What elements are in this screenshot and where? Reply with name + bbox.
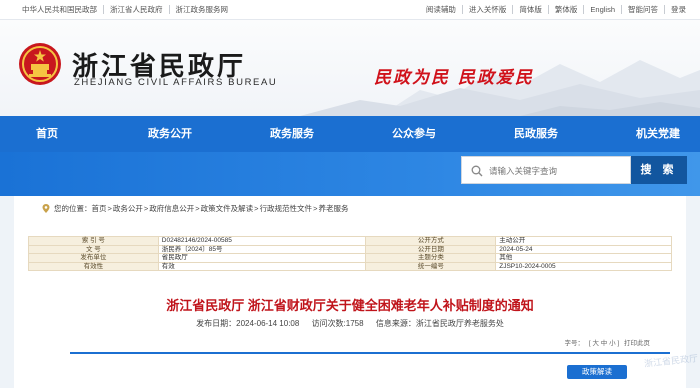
content-divider [70, 352, 670, 354]
main-nav: 首页 政务公开 政务服务 公众参与 民政服务 机关党建 [0, 116, 700, 152]
link-english[interactable]: English [584, 5, 622, 14]
site-subtitle: ZHEJIANG CIVIL AFFAIRS BUREAU [74, 77, 278, 88]
link-care-version[interactable]: 进入关怀版 [463, 5, 514, 14]
breadcrumb-label: 您的位置： [54, 204, 92, 213]
document-metadata-table: 索 引 号 D02482146/2024-00585 公开方式 主动公开 文 号… [28, 236, 672, 271]
nav-civil-services[interactable]: 民政服务 [514, 116, 558, 152]
link-zhejiang-services[interactable]: 浙江政务服务网 [170, 5, 235, 14]
site-slogan: 民政为民 民政爱民 [374, 68, 534, 88]
meta-key: 公开日期 [365, 244, 497, 254]
link-simplified[interactable]: 简体版 [513, 5, 549, 14]
breadcrumb-item-elderly-care[interactable]: 养老服务 [318, 203, 348, 214]
breadcrumb: 您的位置： 首页 > 政务公开 > 政府信息公开 > 政策文件及解读 > 行政规… [42, 203, 348, 214]
breadcrumb-separator: > [313, 204, 318, 213]
meta-value: ZJSP10-2024-0005 [495, 261, 672, 271]
search-input[interactable] [489, 163, 627, 179]
breadcrumb-item-normative-docs[interactable]: 行政规范性文件 [260, 203, 313, 214]
meta-key: 文 号 [28, 244, 159, 254]
meta-value: 主动公开 [495, 236, 672, 246]
meta-value: 其他 [495, 253, 672, 263]
table-row: 文 号 浙民养〔2024〕85号 公开日期 2024-05-24 [28, 244, 672, 254]
content-panel: 您的位置： 首页 > 政务公开 > 政府信息公开 > 政策文件及解读 > 行政规… [14, 196, 698, 388]
table-row: 发布单位 省民政厅 主题分类 其他 [28, 253, 672, 263]
table-row: 索 引 号 D02482146/2024-00585 公开方式 主动公开 [28, 236, 672, 246]
breadcrumb-separator: > [143, 204, 149, 213]
meta-key: 有效性 [28, 261, 159, 271]
link-traditional[interactable]: 繁体版 [549, 5, 585, 14]
font-size-selector[interactable]: [ 大 中 小 ] [589, 340, 619, 347]
top-utility-bar: 中华人民共和国民政部 浙江省人民政府 浙江政务服务网 阅读辅助 进入关怀版 简体… [0, 0, 700, 20]
meta-value: D02482146/2024-00585 [157, 236, 367, 246]
policy-interpretation-button[interactable]: 政策解读 [567, 365, 627, 379]
nav-home[interactable]: 首页 [36, 116, 58, 152]
info-source: 信息来源：浙江省民政厅养老服务处 [375, 319, 504, 328]
meta-value: 有效 [157, 261, 367, 271]
link-ministry-civil-affairs[interactable]: 中华人民共和国民政部 [16, 5, 104, 14]
nav-public-participation[interactable]: 公众参与 [392, 116, 436, 152]
national-emblem-icon[interactable] [18, 42, 62, 86]
meta-value: 浙民养〔2024〕85号 [157, 244, 367, 254]
document-title: 浙江省民政厅 浙江省财政厅关于健全困难老年人补贴制度的通知 [166, 298, 534, 313]
location-pin-icon [42, 204, 50, 213]
meta-value: 2024-05-24 [495, 244, 672, 254]
link-login[interactable]: 登录 [665, 5, 692, 14]
utility-links: 阅读辅助 进入关怀版 简体版 繁体版 English 智能问答 登录 [420, 5, 692, 14]
external-links: 中华人民共和国民政部 浙江省人民政府 浙江政务服务网 [16, 5, 234, 14]
breadcrumb-item-affairs[interactable]: 政务公开 [113, 203, 143, 214]
nav-party-building[interactable]: 机关党建 [636, 116, 680, 152]
breadcrumb-separator: > [195, 204, 200, 213]
document-info: 发布日期：2024-06-14 10:08 访问次数:1758 信息来源：浙江省… [14, 318, 686, 329]
breadcrumb-item-policy-docs[interactable]: 政策文件及解读 [201, 203, 254, 214]
publish-date: 发布日期：2024-06-14 10:08 [196, 319, 300, 328]
search-button[interactable]: 搜 索 [631, 156, 687, 184]
table-row: 有效性 有效 统一编号 ZJSP10-2024-0005 [28, 261, 672, 271]
meta-key: 发布单位 [28, 253, 159, 263]
breadcrumb-separator: > [254, 204, 259, 213]
meta-key: 索 引 号 [28, 236, 159, 246]
visit-count: 访问次数:1758 [311, 319, 364, 328]
print-link[interactable]: 打印此页 [624, 340, 650, 347]
font-size-label: 字号： [564, 340, 585, 347]
breadcrumb-separator: > [107, 204, 112, 213]
search-icon [471, 165, 483, 177]
search-box[interactable] [461, 156, 631, 184]
breadcrumb-item-home[interactable]: 首页 [92, 203, 107, 214]
meta-key: 统一编号 [365, 261, 497, 271]
link-smart-qa[interactable]: 智能问答 [622, 5, 665, 14]
nav-government-services[interactable]: 政务服务 [270, 116, 314, 152]
link-reading-aid[interactable]: 阅读辅助 [420, 5, 463, 14]
meta-key: 主题分类 [365, 253, 497, 263]
link-zhejiang-government[interactable]: 浙江省人民政府 [104, 5, 170, 14]
breadcrumb-item-info-disclosure[interactable]: 政府信息公开 [149, 203, 194, 214]
nav-government-affairs[interactable]: 政务公开 [148, 116, 192, 152]
meta-key: 公开方式 [365, 236, 497, 246]
site-header: 浙江省民政厅 ZHEJIANG CIVIL AFFAIRS BUREAU 民政为… [0, 20, 700, 116]
meta-value: 省民政厅 [157, 253, 367, 263]
page-tools: 字号： [ 大 中 小 ] 打印此页 [562, 337, 650, 347]
